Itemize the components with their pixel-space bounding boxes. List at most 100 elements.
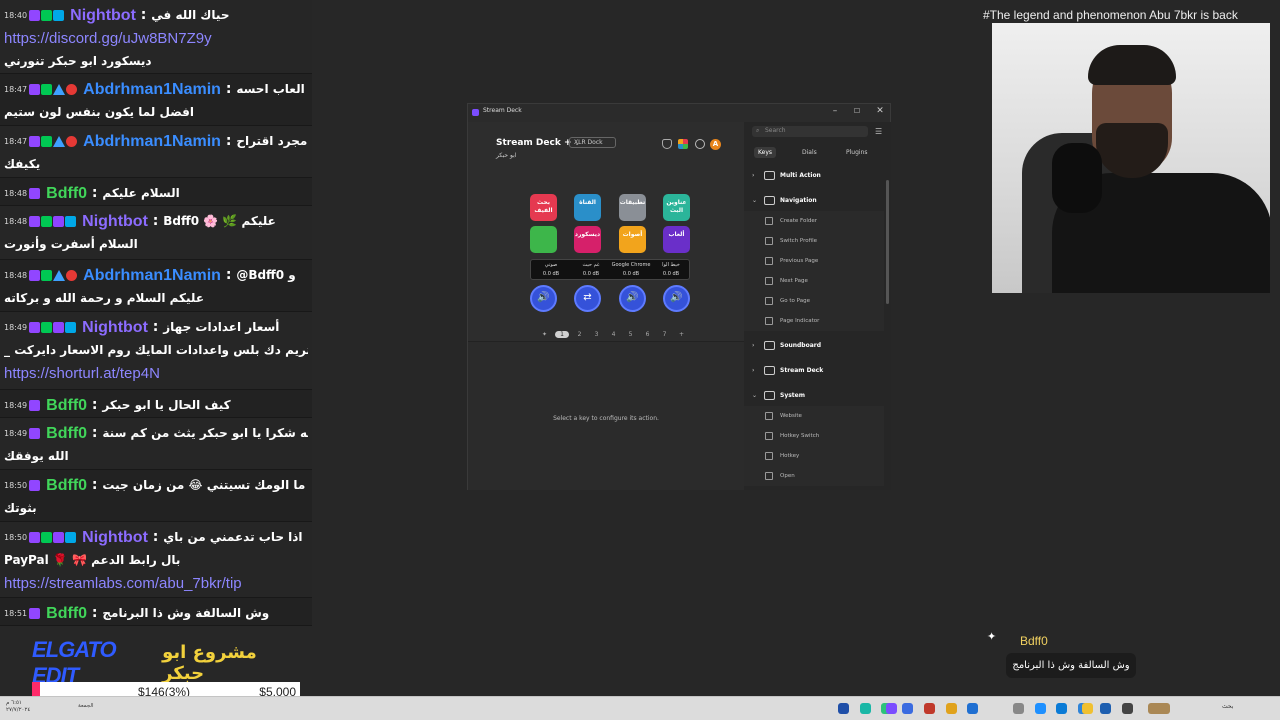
profile-selector[interactable]: Stream Deck + ⌄ xyxy=(496,138,580,148)
app-icon[interactable] xyxy=(860,703,871,714)
message-link[interactable]: https://discord.gg/uJw8BN7Z9y xyxy=(4,30,212,47)
chat-username[interactable]: Bdff0 xyxy=(46,605,87,622)
pin-icon[interactable]: ✦ xyxy=(536,331,553,338)
widget-icon[interactable] xyxy=(1148,703,1170,714)
chat-username[interactable]: Abdrhman1Namin xyxy=(83,81,221,98)
strip-segment[interactable]: صوتي 0.0 dB xyxy=(531,260,571,279)
terminal-icon[interactable] xyxy=(1122,703,1133,714)
stream-deck-key[interactable]: القناة xyxy=(574,194,601,221)
taskbar-clock[interactable]: ٦:٥١ م ٢٧/٧/٢٠٢٤ xyxy=(6,700,30,714)
green-badge-icon xyxy=(41,10,53,21)
action-category[interactable]: › Multi Action xyxy=(744,166,884,186)
action-item[interactable]: Hotkey Switch xyxy=(744,426,884,446)
message-link-line: https://shorturl.at/tep4N xyxy=(4,361,308,384)
dial-knob[interactable]: 🔊 xyxy=(663,285,690,312)
stream-deck-key[interactable] xyxy=(530,226,557,253)
action-category[interactable]: › Stream Deck xyxy=(744,361,884,381)
chat-username[interactable]: Nightbot xyxy=(70,7,136,24)
dial-knob[interactable]: 🔊 xyxy=(619,285,646,312)
stream-deck-key[interactable]: تطبيقات xyxy=(619,194,646,221)
stream-deck-key[interactable]: عناوين البث xyxy=(663,194,690,221)
taskbar-search[interactable]: بحث xyxy=(1222,703,1233,710)
actions-scrollbar[interactable] xyxy=(886,180,889,304)
window-titlebar[interactable]: Stream Deck – ☐ ✕ xyxy=(468,104,890,122)
dial-knob[interactable]: ⇄ xyxy=(574,285,601,312)
minimize-icon[interactable]: – xyxy=(828,106,842,116)
close-icon[interactable]: ✕ xyxy=(873,106,887,116)
chrome-icon[interactable] xyxy=(946,703,957,714)
purple-badge-icon xyxy=(29,10,41,21)
page-button[interactable]: 2 xyxy=(571,331,588,338)
action-category[interactable]: › Soundboard xyxy=(744,336,884,356)
chat-username[interactable]: Bdff0 xyxy=(46,397,87,414)
category-icon xyxy=(764,341,775,350)
timestamp: 18:50 xyxy=(4,533,28,542)
tab-keys[interactable]: Keys xyxy=(754,147,777,158)
chat-username[interactable]: Abdrhman1Namin xyxy=(83,133,221,150)
mail-icon[interactable] xyxy=(1035,703,1046,714)
timestamp: 18:47 xyxy=(4,137,28,146)
stream-deck-key[interactable]: ألعاب xyxy=(663,226,690,253)
green-badge-icon xyxy=(41,322,53,333)
edge-icon[interactable] xyxy=(1056,703,1067,714)
page-button[interactable]: 7 xyxy=(656,331,673,338)
bell-icon[interactable] xyxy=(662,139,672,149)
page-button[interactable]: 3 xyxy=(588,331,605,338)
action-item[interactable]: Create Folder xyxy=(744,211,884,231)
chat-username[interactable]: Nightbot xyxy=(82,529,148,546)
app-icon[interactable] xyxy=(902,703,913,714)
app-icon[interactable] xyxy=(924,703,935,714)
action-category[interactable]: ⌄ System xyxy=(744,386,884,406)
action-item[interactable]: Page Indicator xyxy=(744,311,884,331)
folder-icon[interactable] xyxy=(1082,703,1093,714)
message-link[interactable]: https://streamlabs.com/abu_7bkr/tip xyxy=(4,575,242,592)
settings-icon[interactable] xyxy=(1013,703,1024,714)
action-item[interactable]: Hotkey xyxy=(744,446,884,466)
message-link[interactable]: https://shorturl.at/tep4N xyxy=(4,365,160,382)
action-item[interactable]: Previous Page xyxy=(744,251,884,271)
chat-username[interactable]: Bdff0 xyxy=(46,477,87,494)
chat-username[interactable]: Nightbot xyxy=(82,319,148,336)
maximize-icon[interactable]: ☐ xyxy=(850,107,864,115)
action-item[interactable]: Open xyxy=(744,466,884,486)
message-text: افضل لما يكون بنفس لون ستيم xyxy=(4,105,194,119)
action-item[interactable]: Website xyxy=(744,406,884,426)
list-view-icon[interactable]: ☰ xyxy=(875,127,882,136)
action-item[interactable]: Switch Profile xyxy=(744,231,884,251)
marketplace-icon[interactable] xyxy=(678,139,688,149)
strip-segment[interactable]: Google Chrome 0.0 dB xyxy=(611,260,651,279)
app-logo-icon xyxy=(472,109,479,116)
page-button[interactable]: 6 xyxy=(639,331,656,338)
chat-message: 18:48 Abdrhman1Namin : @Bdff0 و عليكم الس… xyxy=(0,260,312,312)
gear-icon[interactable] xyxy=(695,139,705,149)
tab-plugins[interactable]: Plugins xyxy=(842,147,872,158)
account-avatar[interactable]: A xyxy=(710,139,721,150)
weather-widget[interactable]: الجمعة xyxy=(78,703,94,709)
dial-knob[interactable]: 🔊 xyxy=(530,285,557,312)
chat-username[interactable]: Abdrhman1Namin xyxy=(83,267,221,284)
tab-dials[interactable]: Dials xyxy=(798,147,821,158)
stream-deck-key[interactable]: أصوات xyxy=(619,226,646,253)
chat-username[interactable]: Bdff0 xyxy=(46,185,87,202)
action-item[interactable]: Go to Page xyxy=(744,291,884,311)
chat-username[interactable]: Nightbot xyxy=(82,213,148,230)
page-button[interactable]: 4 xyxy=(605,331,622,338)
stream-deck-key[interactable]: بحث الفيف xyxy=(530,194,557,221)
add-page-icon[interactable]: + xyxy=(673,331,690,338)
photoshop-icon[interactable] xyxy=(838,703,849,714)
device-selector[interactable]: XLR Dock xyxy=(569,137,616,148)
clock-date: ٢٧/٧/٢٠٢٤ xyxy=(6,707,31,713)
strip-segment[interactable]: غم حيث 0.0 dB xyxy=(571,260,611,279)
touch-strip[interactable]: صوتي 0.0 dB غم حيث 0.0 dB Google Chrome 0.0 d… xyxy=(530,259,690,280)
action-item[interactable]: Next Page xyxy=(744,271,884,291)
app-icon[interactable] xyxy=(967,703,978,714)
page-button[interactable]: 1 xyxy=(555,330,569,338)
chat-username[interactable]: Bdff0 xyxy=(46,425,87,442)
app-icon[interactable] xyxy=(1100,703,1111,714)
page-button[interactable]: 5 xyxy=(622,331,639,338)
action-category[interactable]: ⌄ Navigation xyxy=(744,191,884,211)
search-input[interactable]: ⌕ Search xyxy=(752,126,868,137)
stream-deck-icon[interactable] xyxy=(886,703,897,714)
strip-segment[interactable]: خيط الوا 0.0 dB xyxy=(651,260,691,279)
stream-deck-key[interactable]: ديسكورد xyxy=(574,226,601,253)
